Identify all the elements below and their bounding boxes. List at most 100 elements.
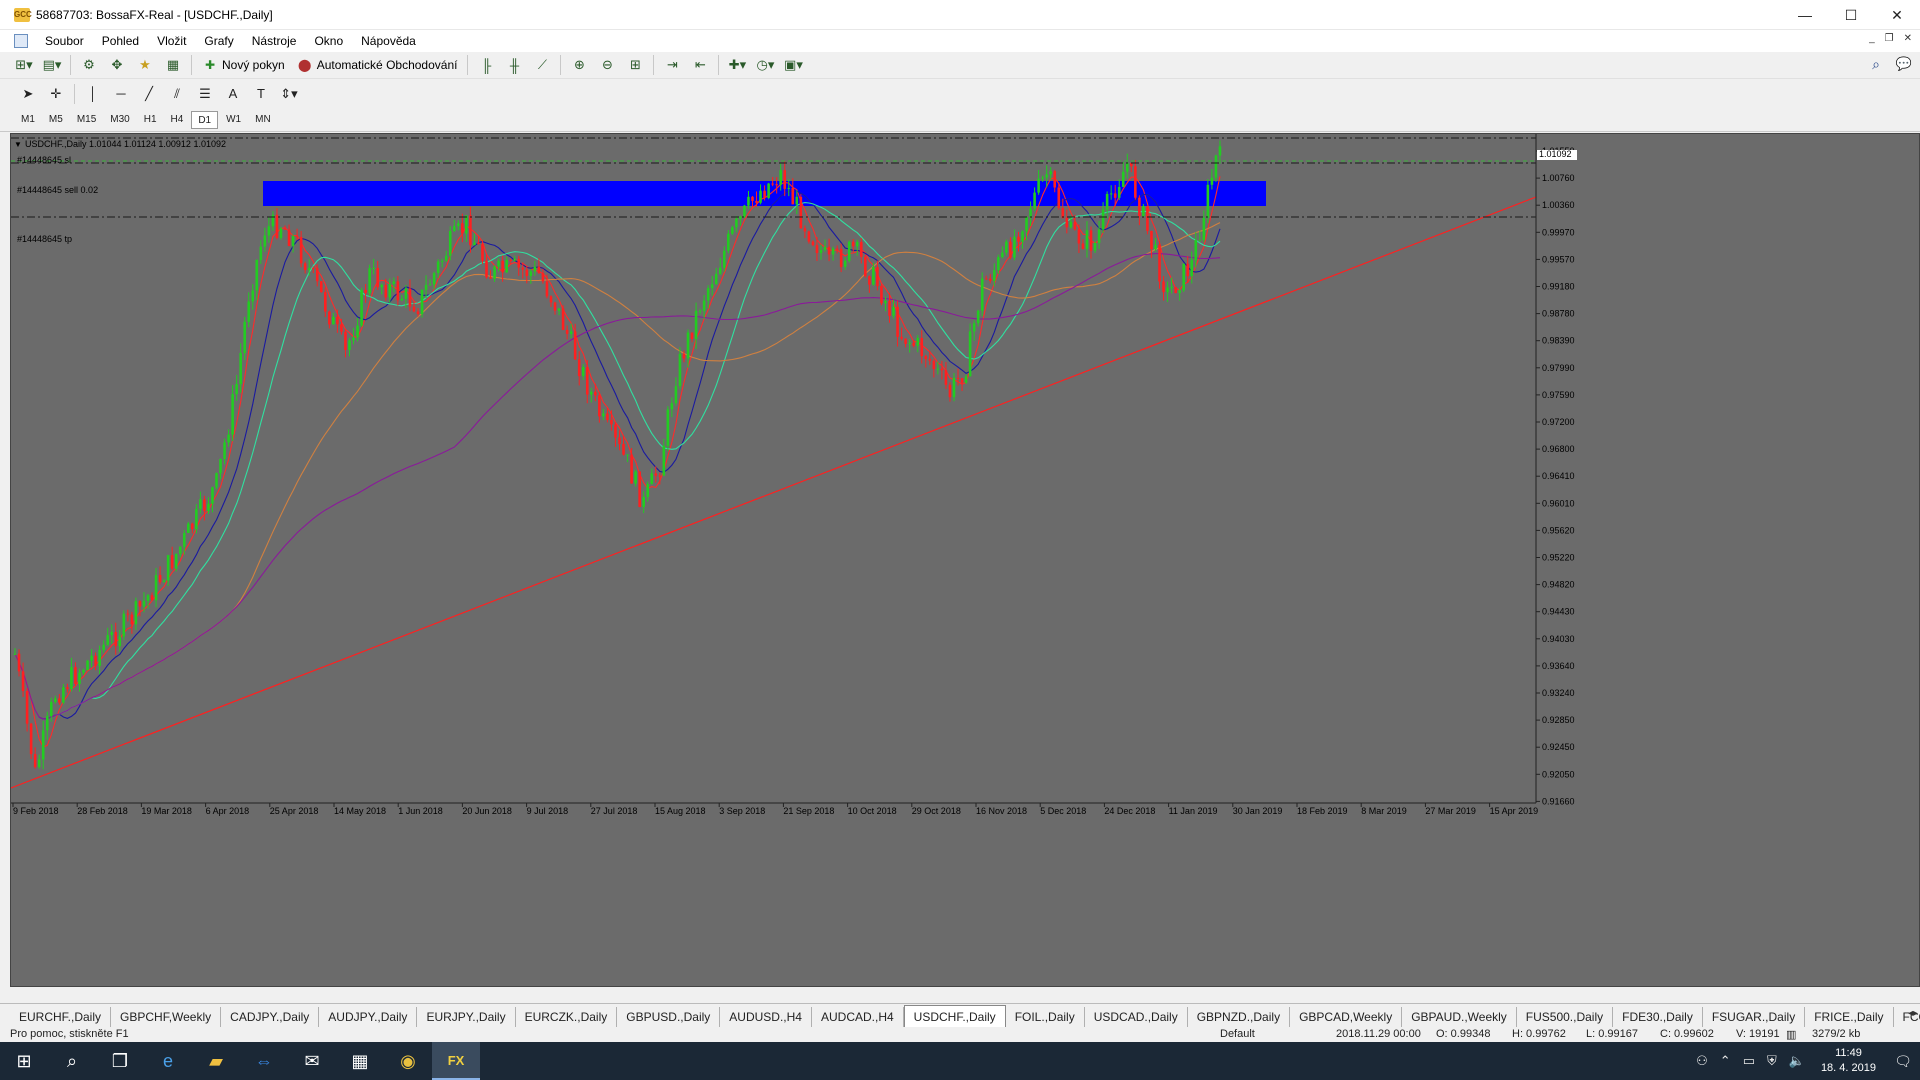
chart-tab[interactable]: EURCHF.,Daily	[10, 1007, 112, 1027]
tray-overflow-icon[interactable]: ⌃	[1720, 1053, 1731, 1069]
menu-vlozit[interactable]: Vložit	[148, 30, 195, 52]
chart-tab[interactable]: FRICE.,Daily	[1805, 1007, 1894, 1027]
menu-grafy[interactable]: Grafy	[195, 30, 242, 52]
chart-tab[interactable]: GBPNZD.,Daily	[1188, 1007, 1291, 1027]
chart-tab[interactable]: FSUGAR.,Daily	[1703, 1007, 1806, 1027]
navigator-icon[interactable]: ★	[134, 54, 156, 76]
market-watch-icon[interactable]: ⚙	[78, 54, 100, 76]
text-label-icon[interactable]: T	[250, 83, 272, 105]
chart-tab[interactable]: GBPCHF,Weekly	[111, 1007, 222, 1027]
chart-tab[interactable]: USDCHF.,Daily	[903, 1005, 1006, 1027]
menu-soubor[interactable]: Soubor	[36, 30, 93, 52]
candle-body	[1065, 217, 1069, 228]
timeframe-h4[interactable]: H4	[165, 111, 190, 129]
templates-icon[interactable]: ▣▾	[782, 54, 804, 76]
close-button[interactable]: ✕	[1874, 0, 1920, 30]
fibonacci-icon[interactable]: ☰	[194, 83, 216, 105]
arrows-icon[interactable]: ⇕▾	[278, 83, 300, 105]
periods-icon[interactable]: ◷▾	[754, 54, 776, 76]
start-icon[interactable]: ⊞	[0, 1042, 48, 1080]
auto-trading-label: Automatické Obchodování	[316, 58, 458, 72]
task-view-icon[interactable]: ❐	[96, 1042, 144, 1080]
new-order-button[interactable]: ✚ Nový pokyn	[196, 54, 291, 76]
mdi-restore-icon[interactable]: ❐	[1885, 33, 1894, 44]
auto-scroll-icon[interactable]: ⇥	[661, 54, 683, 76]
metatrader-icon[interactable]: FX	[432, 1042, 480, 1080]
timeframe-m5[interactable]: M5	[43, 111, 69, 129]
timeframe-h1[interactable]: H1	[138, 111, 163, 129]
chrome-icon[interactable]: ◉	[384, 1042, 432, 1080]
chart-tab[interactable]: EURJPY.,Daily	[417, 1007, 516, 1027]
vertical-line-icon[interactable]: │	[82, 83, 104, 105]
text-icon[interactable]: A	[222, 83, 244, 105]
menu-nastroje[interactable]: Nástroje	[243, 30, 306, 52]
chart-tab[interactable]: FUS500.,Daily	[1517, 1007, 1614, 1027]
crosshair-icon[interactable]: ✛	[45, 83, 67, 105]
security-icon[interactable]: ⛨	[1767, 1053, 1777, 1069]
cursor-icon[interactable]: ➤	[17, 83, 39, 105]
teamviewer-icon[interactable]: ⇔	[240, 1042, 288, 1080]
tile-windows-icon[interactable]: ⊞	[624, 54, 646, 76]
taskbar-clock[interactable]: 11:49 18. 4. 2019	[1821, 1046, 1876, 1076]
chart-tab[interactable]: EURCZK.,Daily	[516, 1007, 618, 1027]
chart-canvas[interactable]: 1.015501.007601.003600.999700.995700.991…	[11, 134, 1919, 986]
chart-collapse-icon[interactable]: ▼	[14, 140, 22, 149]
notification-icon[interactable]: 🗨	[1886, 1042, 1920, 1080]
line-chart-icon[interactable]: ⟋	[531, 54, 553, 76]
bar-chart-icon[interactable]: ╟	[475, 54, 497, 76]
horizontal-line-icon[interactable]: ─	[110, 83, 132, 105]
document-icon[interactable]	[14, 34, 28, 48]
data-window-icon[interactable]: ✥	[106, 54, 128, 76]
terminal-icon[interactable]: ▦	[162, 54, 184, 76]
chart-tab[interactable]: GBPUSD.,Daily	[617, 1007, 721, 1027]
price-label: 0.97590	[1542, 390, 1575, 400]
profiles-icon[interactable]: ▤▾	[41, 54, 63, 76]
search-taskbar-icon[interactable]: ⌕	[48, 1042, 96, 1080]
menu-okno[interactable]: Okno	[305, 30, 352, 52]
timeframe-d1[interactable]: D1	[191, 110, 219, 129]
candlestick-icon[interactable]: ╫	[503, 54, 525, 76]
timeframe-m1[interactable]: M1	[15, 111, 41, 129]
auto-trading-button[interactable]: ⬤ Automatické Obchodování	[291, 54, 464, 76]
status-profile[interactable]: Default	[1220, 1028, 1255, 1040]
edge-browser-icon[interactable]: e	[144, 1042, 192, 1080]
chart-tab[interactable]: AUDJPY.,Daily	[319, 1007, 418, 1027]
chat-icon[interactable]: 💬	[1896, 56, 1912, 72]
new-chart-icon[interactable]: ⊞▾	[13, 54, 35, 76]
menu-pohled[interactable]: Pohled	[93, 30, 148, 52]
timeframe-m30[interactable]: M30	[104, 111, 135, 129]
chart-shift-icon[interactable]: ⇤	[689, 54, 711, 76]
chart-tab[interactable]: FDE30.,Daily	[1613, 1007, 1703, 1027]
mdi-close-icon[interactable]: ✕	[1904, 33, 1912, 44]
maximize-button[interactable]: ☐	[1828, 0, 1874, 30]
tabs-scroll-arrows-icon[interactable]: ◂▸	[1908, 1008, 1918, 1019]
calculator-icon[interactable]: ▦	[336, 1042, 384, 1080]
people-icon[interactable]: ⚇	[1696, 1053, 1708, 1069]
chart-tab[interactable]: GBPCAD,Weekly	[1290, 1007, 1403, 1027]
indicators-icon[interactable]: ✚▾	[726, 54, 748, 76]
chart-tab[interactable]: GBPAUD.,Weekly	[1402, 1007, 1517, 1027]
trendline-icon[interactable]: ╱	[138, 83, 160, 105]
network-icon[interactable]: ▭	[1743, 1053, 1755, 1069]
search-icon[interactable]: ⌕	[1872, 56, 1880, 73]
volume-icon[interactable]: 🔈	[1789, 1053, 1805, 1069]
file-explorer-icon[interactable]: ▰	[192, 1042, 240, 1080]
chart-tab[interactable]: USDCAD.,Daily	[1085, 1007, 1188, 1027]
menu-napoveda[interactable]: Nápověda	[352, 30, 425, 52]
candle-body	[847, 241, 851, 261]
channel-icon[interactable]: ⫽	[166, 83, 188, 105]
minimize-button[interactable]: —	[1782, 0, 1828, 30]
mdi-minimize-icon[interactable]: _	[1869, 33, 1875, 44]
timeframe-w1[interactable]: W1	[220, 111, 247, 129]
mail-icon[interactable]: ✉	[288, 1042, 336, 1080]
zoom-out-icon[interactable]: ⊖	[596, 54, 618, 76]
chart-tab[interactable]: AUDUSD.,H4	[720, 1007, 812, 1027]
zoom-in-icon[interactable]: ⊕	[568, 54, 590, 76]
chart-tab[interactable]: FOIL.,Daily	[1006, 1007, 1085, 1027]
candle-body	[771, 183, 774, 185]
chart-tab[interactable]: AUDCAD.,H4	[812, 1007, 904, 1027]
timeframe-m15[interactable]: M15	[71, 111, 102, 129]
timeframe-mn[interactable]: MN	[249, 111, 277, 129]
chart-tab[interactable]: CADJPY.,Daily	[221, 1007, 320, 1027]
price-chart[interactable]: 1.015501.007601.003600.999700.995700.991…	[10, 133, 1920, 987]
